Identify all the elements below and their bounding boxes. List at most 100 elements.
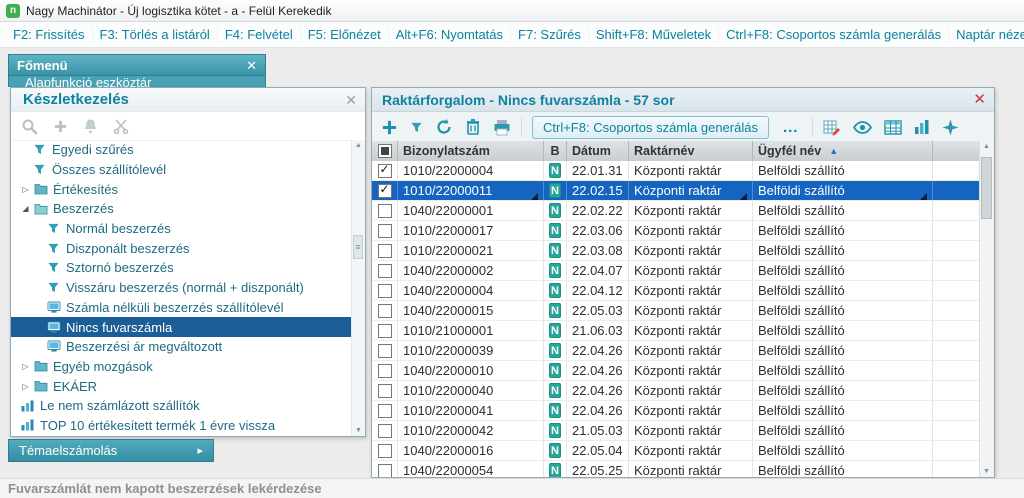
table-row[interactable]: 1040/22000054N22.05.25Központi raktárBel… [372,461,980,477]
chart-icon[interactable] [914,119,930,135]
scroll-thumb[interactable] [981,157,992,219]
row-checkbox[interactable] [378,184,392,198]
row-checkbox[interactable] [378,464,392,478]
print-icon[interactable] [493,119,511,136]
funcbar-item[interactable]: Ctrl+F8: Csoportos számla generálás [719,27,949,42]
tree-item[interactable]: Diszponált beszerzés [11,238,352,258]
refresh-icon[interactable] [435,118,453,136]
row-checkbox[interactable] [378,164,392,178]
table-row[interactable]: 1040/22000004N22.04.12Központi raktárBel… [372,281,980,301]
column-header[interactable] [372,141,398,161]
table-row[interactable]: 1040/22000010N22.04.26Központi raktárBel… [372,361,980,381]
table-row[interactable]: 1010/22000011N22.02.15Központi raktárBel… [372,181,980,201]
funcbar-item[interactable]: F5: Előnézet [301,27,389,42]
row-checkbox[interactable] [378,304,392,318]
tree-item[interactable]: Számla nélküli beszerzés szállítólevél [11,298,352,318]
tree-item[interactable]: ◢Beszerzés [11,199,352,219]
column-header[interactable] [933,141,980,161]
table-row[interactable]: 1010/22000017N22.03.06Központi raktárBel… [372,221,980,241]
scroll-up-icon[interactable]: ▲ [352,142,365,149]
tree-scrollbar[interactable]: ▲ ≡ ▼ [351,140,365,436]
tree-item[interactable]: Nincs fuvarszámla [11,317,352,337]
row-checkbox[interactable] [378,384,392,398]
column-header[interactable]: Raktárnév [629,141,753,161]
search-icon[interactable] [21,118,38,135]
view-icon[interactable] [853,121,872,134]
expand-icon[interactable]: ▷ [19,382,32,391]
row-checkbox[interactable] [378,324,392,338]
funcbar-item[interactable]: F4: Felvétel [218,27,301,42]
expand-icon[interactable]: ▷ [19,185,32,194]
report-edit-icon[interactable] [823,119,841,136]
funcbar-item[interactable]: F2: Frissítés [6,27,93,42]
pin-icon[interactable] [942,119,959,136]
column-header[interactable]: Dátum [567,141,629,161]
row-checkbox[interactable] [378,264,392,278]
funcbar-item[interactable]: F3: Törlés a listáról [93,27,218,42]
tree-item[interactable]: TOP 10 értékesített termék 1 évre vissza [11,416,352,436]
close-icon[interactable]: ✕ [345,93,357,107]
column-header[interactable]: Bizonylatszám [398,141,544,161]
row-checkbox[interactable] [378,284,392,298]
fomenu-window-header[interactable]: Főmenü ✕ [8,54,266,76]
fomenu-item[interactable]: Alapfunkció eszköztár [25,76,151,87]
filter-icon[interactable] [410,121,423,134]
funcbar-item[interactable]: F7: Szűrés [511,27,589,42]
grid-icon[interactable] [884,120,902,135]
bell-icon[interactable] [83,118,98,134]
row-checkbox[interactable] [378,204,392,218]
tree-item[interactable]: Beszerzési ár megváltozott [11,337,352,357]
column-header[interactable]: Ügyfél név▲ [753,141,933,161]
tree-item-label: Sztornó beszerzés [66,260,174,275]
group-invoice-button[interactable]: Ctrl+F8: Csoportos számla generálás [532,116,769,139]
funcbar-item[interactable]: Alt+F6: Nyomtatás [389,27,511,42]
tree-item[interactable]: ▷EKÁER [11,376,352,396]
scroll-down-icon[interactable]: ▼ [352,427,365,434]
scroll-thumb[interactable]: ≡ [353,235,363,259]
row-checkbox[interactable] [378,424,392,438]
close-icon[interactable]: ✕ [246,59,257,72]
table-row[interactable]: 1040/22000015N22.05.03Központi raktárBel… [372,301,980,321]
row-checkbox[interactable] [378,344,392,358]
more-button[interactable]: ... [779,119,803,136]
scroll-down-icon[interactable]: ▼ [980,468,993,475]
collapse-icon[interactable]: ◢ [19,204,32,213]
funcbar-item[interactable]: Naptár nézet [949,27,1024,42]
table-row[interactable]: 1040/22000016N22.05.04Központi raktárBel… [372,441,980,461]
tree-item[interactable]: ▷Értékesítés [11,179,352,199]
add-icon[interactable] [381,119,398,136]
row-checkbox[interactable] [378,444,392,458]
table-row[interactable]: 1040/22000002N22.04.07Központi raktárBel… [372,261,980,281]
table-row[interactable]: 1010/21000001N21.06.03Központi raktárBel… [372,321,980,341]
tree-item[interactable]: Visszáru beszerzés (normál + diszponált) [11,278,352,298]
row-checkbox[interactable] [378,224,392,238]
table-row[interactable]: 1010/22000021N22.03.08Központi raktárBel… [372,241,980,261]
column-header[interactable]: B [544,141,567,161]
row-checkbox[interactable] [378,404,392,418]
table-row[interactable]: 1010/22000042N21.05.03Központi raktárBel… [372,421,980,441]
expand-icon[interactable]: ▷ [19,362,32,371]
cut-icon[interactable] [113,119,129,134]
delete-icon[interactable] [465,118,481,136]
row-checkbox[interactable] [378,364,392,378]
close-icon[interactable]: ✕ [973,92,986,107]
fomenu-footer-item[interactable]: Témaelszámolás ▸ [8,439,214,462]
tree-item[interactable]: Le nem számlázott szállítók [11,396,352,416]
select-all-checkbox[interactable] [378,144,392,158]
funcbar-item[interactable]: Shift+F8: Műveletek [589,27,719,42]
table-row[interactable]: 1010/22000004N22.01.31Központi raktárBel… [372,161,980,181]
tree-item[interactable]: Egyedi szűrés [11,140,352,160]
tree-item[interactable]: Normál beszerzés [11,219,352,239]
table-row[interactable]: 1010/22000039N22.04.26Központi raktárBel… [372,341,980,361]
scroll-up-icon[interactable]: ▲ [980,143,993,150]
row-checkbox[interactable] [378,244,392,258]
tree-item[interactable]: Sztornó beszerzés [11,258,352,278]
table-row[interactable]: 1010/22000041N22.04.26Központi raktárBel… [372,401,980,421]
customer-cell: Belföldi szállító [753,261,933,280]
table-scrollbar[interactable]: ▲ ▼ [979,141,994,477]
table-row[interactable]: 1040/22000001N22.02.22Központi raktárBel… [372,201,980,221]
table-row[interactable]: 1010/22000040N22.04.26Központi raktárBel… [372,381,980,401]
tree-item[interactable]: ▷Egyéb mozgások [11,357,352,377]
add-icon[interactable] [53,119,68,134]
tree-item[interactable]: Összes szállítólevél [11,160,352,180]
